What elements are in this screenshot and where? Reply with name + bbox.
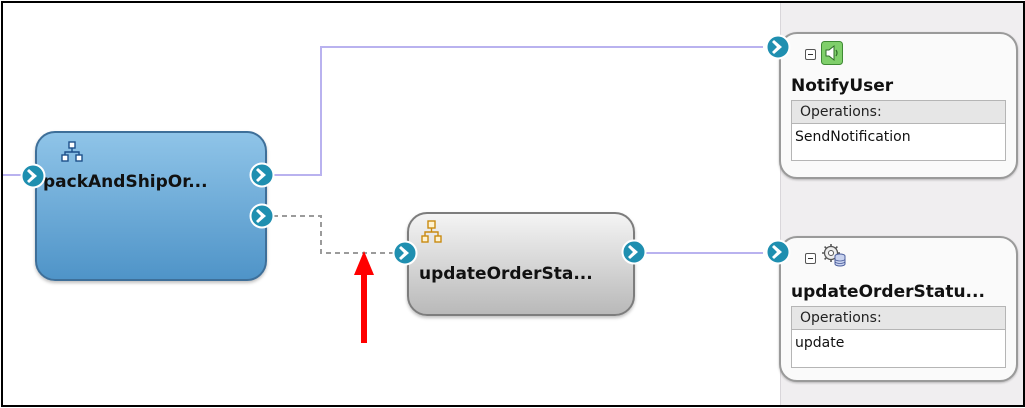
packandshiporder-label: packAndShipOr... [43,172,208,192]
speaker-icon [821,41,843,65]
updateorderstatus-service-title: updateOrderStatu... [791,282,985,302]
operation-item[interactable]: update [792,330,1005,356]
updateorderstatus-label: updateOrderSta... [419,264,593,284]
gear-database-icon [822,244,846,267]
composite-canvas: packAndShipOr... updateOrderSta... Notif… [1,1,1025,407]
packandshiporder-component[interactable]: packAndShipOr... [35,131,267,281]
wire-to-notifyuser[interactable] [274,46,763,176]
port-notifyuser-icon[interactable] [765,34,791,60]
collapse-icon[interactable] [805,253,816,264]
port-packandship-service-icon[interactable] [20,163,46,189]
notifyuser-title: NotifyUser [791,76,894,96]
port-packandship-ref-2-icon[interactable] [249,203,275,229]
collapse-icon[interactable] [805,49,816,60]
operations-header: Operations: [792,101,1005,124]
operation-item[interactable]: SendNotification [792,124,1005,150]
annotation-arrow-icon [354,251,374,343]
port-updateorderstatus-ref-icon[interactable] [621,239,647,265]
updateorderstatus-component[interactable]: updateOrderSta... [407,212,635,316]
composite-hierarchy-icon [61,141,83,162]
port-updateorderstatus-service-icon[interactable] [392,240,418,266]
bpel-hierarchy-icon [421,220,442,243]
operations-table: Operations: update [791,306,1006,368]
port-packandship-ref-1-icon[interactable] [249,162,275,188]
operations-header: Operations: [792,307,1005,330]
notifyuser-reference[interactable]: NotifyUser Operations: SendNotification [779,32,1018,179]
updateorderstatus-reference[interactable]: updateOrderStatu... Operations: update [779,236,1018,382]
operations-table: Operations: SendNotification [791,100,1006,161]
dashed-wire-to-updateorderstatus[interactable] [273,215,393,254]
port-updateorderstatus-service-ref-icon[interactable] [765,239,791,265]
